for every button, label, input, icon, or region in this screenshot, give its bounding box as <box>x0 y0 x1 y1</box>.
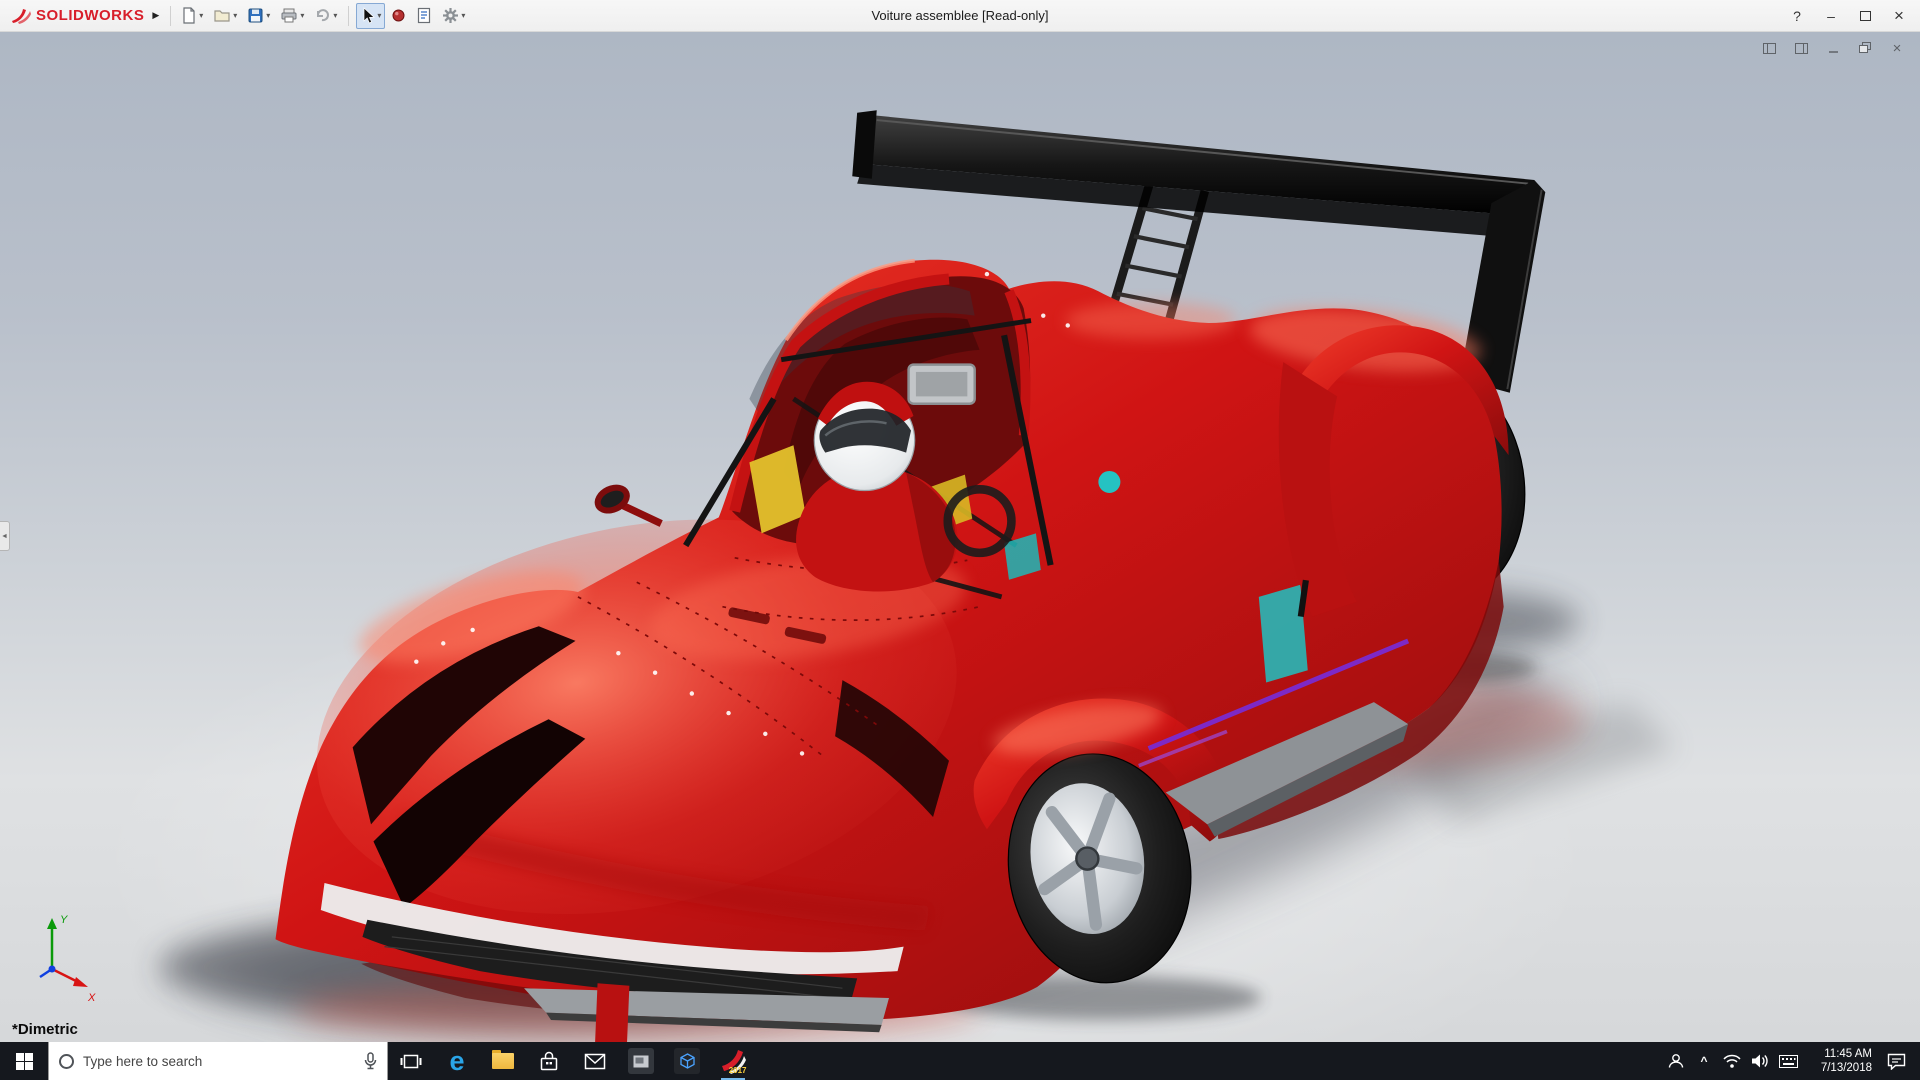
orientation-triad: Y X <box>18 907 104 1008</box>
solidworks-logo-icon <box>12 8 31 24</box>
report-sheet-button[interactable] <box>412 3 436 29</box>
keyboard-icon <box>1778 1054 1798 1068</box>
red-tool-button[interactable] <box>387 3 410 29</box>
brand-name: SOLIDWORKS <box>36 7 145 24</box>
show-hidden-icons-button[interactable]: ^ <box>1690 1042 1718 1080</box>
print-icon <box>281 8 297 23</box>
main-toolbar: ▾ ▾ ▾ ▾ ▾ ▾ ▾ <box>176 2 469 29</box>
view-orientation-label: *Dimetric <box>12 1021 78 1038</box>
document-window-controls: × <box>1760 40 1906 57</box>
window-controls: ? – × <box>1780 1 1916 31</box>
taskbar-app-mail[interactable] <box>572 1042 618 1080</box>
help-button[interactable]: ? <box>1780 1 1814 31</box>
people-button[interactable] <box>1662 1042 1690 1080</box>
cortana-icon <box>59 1053 74 1069</box>
doc-close-button[interactable]: × <box>1888 40 1906 57</box>
speaker-icon <box>1752 1054 1768 1068</box>
window-title: Voiture assemblee [Read-only] <box>871 8 1049 23</box>
taskbar-app-snip[interactable] <box>618 1042 664 1080</box>
start-button[interactable] <box>0 1042 48 1080</box>
solidworks-window: SOLIDWORKS ▶ ▾ ▾ ▾ ▾ ▾ ▾ ▾ Voiture assem… <box>0 0 1920 1080</box>
titlebar: SOLIDWORKS ▶ ▾ ▾ ▾ ▾ ▾ ▾ ▾ Voiture assem… <box>0 0 1920 32</box>
solidworks-logo: SOLIDWORKS <box>4 7 150 25</box>
new-document-icon <box>183 7 195 24</box>
graphics-viewport[interactable]: × ◄ Y X *Dimetric <box>0 32 1920 1042</box>
x-axis-label: X <box>87 992 96 1003</box>
dropdown-caret[interactable]: ▾ <box>333 11 337 20</box>
edge-icon: e <box>449 1045 465 1076</box>
doc-pane-right-button[interactable] <box>1792 40 1810 56</box>
panel-collapse-icon: ◄ <box>1 532 8 540</box>
undo-button[interactable]: ▾ <box>310 3 341 29</box>
action-center-button[interactable] <box>1876 1042 1916 1080</box>
taskbar-app-solidworks[interactable]: 2017 <box>710 1042 756 1080</box>
task-view-icon <box>400 1054 422 1068</box>
open-button[interactable]: ▾ <box>209 3 241 29</box>
people-icon <box>1668 1054 1684 1068</box>
network-button[interactable] <box>1718 1042 1746 1080</box>
volume-button[interactable] <box>1746 1042 1774 1080</box>
taskbar-clock[interactable]: 11:45 AM 7/13/2018 <box>1802 1042 1876 1080</box>
taskbar-app-store[interactable] <box>526 1042 572 1080</box>
undo-icon <box>317 9 330 22</box>
clock-time: 11:45 AM <box>1824 1048 1872 1060</box>
x-axis-arrow <box>73 977 88 987</box>
maximize-button[interactable] <box>1848 1 1882 31</box>
search-input[interactable] <box>83 1053 355 1069</box>
doc-pane-left-button[interactable] <box>1760 40 1778 56</box>
settings-button[interactable]: ▾ <box>438 3 469 29</box>
windows-logo-icon <box>15 1052 33 1070</box>
open-folder-icon <box>214 10 230 22</box>
new-document-button[interactable]: ▾ <box>176 3 207 29</box>
dropdown-caret[interactable]: ▾ <box>461 11 465 20</box>
touch-keyboard-button[interactable] <box>1774 1042 1802 1080</box>
maximize-icon <box>1859 10 1871 21</box>
z-axis-dot <box>48 965 56 973</box>
system-tray: ^ 11:45 AM 7/13/2018 <box>1662 1042 1920 1080</box>
dropdown-caret[interactable]: ▾ <box>300 11 304 20</box>
taskbar-app-file-explorer[interactable] <box>480 1042 526 1080</box>
toolbar-separator <box>348 5 350 26</box>
close-button[interactable]: × <box>1882 1 1916 31</box>
gear-icon <box>443 8 459 23</box>
side-mirror <box>618 500 663 527</box>
report-sheet-icon <box>418 7 431 24</box>
save-icon <box>248 8 263 23</box>
panel-collapse-tab[interactable]: ◄ <box>0 521 10 551</box>
mail-icon <box>584 1053 606 1069</box>
dropdown-caret[interactable]: ▾ <box>199 11 203 20</box>
doc-restore-button[interactable] <box>1856 40 1874 56</box>
taskbar-app-edge[interactable]: e <box>434 1042 480 1080</box>
solidworks-version-badge: 2017 <box>728 1065 747 1075</box>
snip-app-icon <box>628 1048 654 1074</box>
file-explorer-icon <box>492 1050 514 1069</box>
taskbar-app-cad-viewer[interactable] <box>664 1042 710 1080</box>
select-tool-button[interactable]: ▾ <box>356 2 386 29</box>
dropdown-caret[interactable]: ▾ <box>377 11 381 20</box>
print-button[interactable]: ▾ <box>276 3 308 29</box>
toolbar-flyout-arrow[interactable]: ▶ <box>152 10 159 21</box>
chevron-up-icon: ^ <box>1700 1054 1708 1068</box>
notification-icon <box>1887 1053 1905 1070</box>
toolbar-separator <box>170 5 172 26</box>
windows-taskbar: e <box>0 1042 1920 1080</box>
dropdown-caret[interactable]: ▾ <box>233 11 237 20</box>
microphone-icon[interactable] <box>364 1052 377 1070</box>
minimize-button[interactable]: – <box>1814 1 1848 31</box>
task-view-button[interactable] <box>388 1042 434 1080</box>
y-axis-arrow <box>47 918 57 929</box>
solidworks-app-icon: 2017 <box>720 1048 747 1075</box>
clock-date: 7/13/2018 <box>1820 1062 1872 1074</box>
car-3d-model[interactable] <box>0 32 1920 1042</box>
y-axis-label: Y <box>60 914 68 926</box>
store-bag-icon <box>540 1051 558 1071</box>
wifi-icon <box>1723 1054 1741 1068</box>
taskbar-search[interactable] <box>48 1042 388 1080</box>
cad-cube-icon <box>674 1048 700 1074</box>
red-sphere-icon <box>392 9 405 22</box>
dropdown-caret[interactable]: ▾ <box>266 11 270 20</box>
save-button[interactable]: ▾ <box>243 3 274 29</box>
doc-minimize-button[interactable] <box>1824 40 1842 56</box>
select-arrow-icon <box>363 7 376 24</box>
